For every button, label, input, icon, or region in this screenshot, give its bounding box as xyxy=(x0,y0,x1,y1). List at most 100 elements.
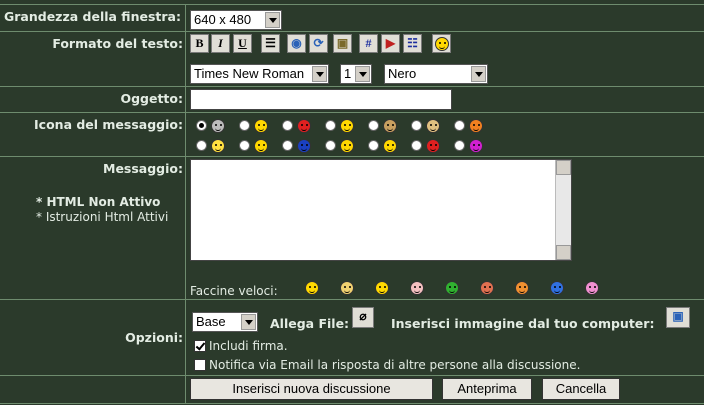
html-help-link[interactable]: * Istruzioni Html Attivi xyxy=(36,210,168,224)
message-icon-radio[interactable] xyxy=(196,120,207,131)
subject-input[interactable] xyxy=(190,89,452,110)
image-icon: ▣ xyxy=(336,36,349,50)
chevron-down-icon xyxy=(265,12,280,28)
link-button[interactable]: ◉ xyxy=(287,34,306,53)
grin-icon xyxy=(340,119,354,133)
message-label: Messaggio: xyxy=(103,161,183,176)
preview-button[interactable]: Anteprima xyxy=(442,378,532,400)
chevron-down-icon xyxy=(312,66,327,82)
message-row: Messaggio: * HTML Non Attivo * Istruzion… xyxy=(0,156,704,300)
chevron-down-icon xyxy=(355,66,370,82)
notify-checkbox[interactable] xyxy=(194,359,206,371)
arrow-right-icon xyxy=(469,119,483,133)
quote-button[interactable]: ▶ xyxy=(381,34,400,53)
mad-icon xyxy=(426,139,440,153)
image-button[interactable]: ▣ xyxy=(333,34,352,53)
attach-file-label: Allega File: xyxy=(270,316,350,331)
shocked-icon[interactable] xyxy=(585,281,599,295)
wink-icon[interactable] xyxy=(515,281,529,295)
underline-button[interactable]: U xyxy=(233,34,252,53)
message-textarea[interactable] xyxy=(190,159,572,261)
smiley-button[interactable] xyxy=(432,34,451,53)
refresh-button[interactable]: ⟳ xyxy=(309,34,328,53)
center-align-icon: ☰ xyxy=(265,36,276,50)
grin-icon[interactable] xyxy=(340,281,354,295)
cancel-button[interactable]: Cancella xyxy=(542,378,620,400)
smiley-icon xyxy=(435,37,449,51)
message-icon-radio[interactable] xyxy=(239,140,250,151)
warning-icon xyxy=(254,139,268,153)
message-icon-row: Icona del messaggio: xyxy=(0,112,704,157)
font-select[interactable]: Times New Roman xyxy=(190,64,329,84)
scroll-down-icon[interactable] xyxy=(556,245,571,260)
angry-icon[interactable] xyxy=(480,281,494,295)
attach-file-button[interactable]: ⌀ xyxy=(352,307,374,328)
message-icon-radio[interactable] xyxy=(325,120,336,131)
html-off-note: * HTML Non Attivo xyxy=(36,195,161,209)
sad-icon[interactable] xyxy=(550,281,564,295)
size-select[interactable]: 1 xyxy=(340,64,372,84)
paperclip-icon: ⌀ xyxy=(359,309,367,323)
subject-row: Oggetto: xyxy=(0,86,704,113)
window-size-select[interactable]: 640 x 480 xyxy=(190,10,282,30)
angry-icon xyxy=(297,119,311,133)
chevron-down-icon xyxy=(241,314,256,330)
message-icon-radio[interactable] xyxy=(368,120,379,131)
quote-icon: ▶ xyxy=(385,36,396,50)
subject-label: Oggetto: xyxy=(0,87,186,113)
note-icon xyxy=(211,119,225,133)
format-row: Formato del testo: B I U ☰ ◉ ⟳ ▣ # ▶ ☷ T… xyxy=(0,31,704,87)
chevron-down-icon xyxy=(471,66,486,82)
scroll-up-icon[interactable] xyxy=(556,160,571,175)
window-size-row: Grandezza della finestra: 640 x 480 xyxy=(0,4,704,32)
message-icon-grid xyxy=(186,113,704,157)
message-icon-radio[interactable] xyxy=(454,140,465,151)
link-icon: ◉ xyxy=(291,36,302,50)
message-icon-radio[interactable] xyxy=(196,140,207,151)
message-icon-label: Icona del messaggio: xyxy=(0,113,186,157)
message-scrollbar[interactable] xyxy=(555,160,571,260)
cool-icon xyxy=(340,139,354,153)
message-icon-radio[interactable] xyxy=(282,120,293,131)
options-row: Opzioni: Base Allega File: ⌀ Inserisci i… xyxy=(0,299,704,376)
hash-button[interactable]: # xyxy=(359,34,378,53)
bold-button[interactable]: B xyxy=(190,34,209,53)
insert-image-label: Inserisci immagine dal tuo computer: xyxy=(391,316,655,331)
window-size-label: Grandezza della finestra: xyxy=(0,5,186,32)
blush-icon[interactable] xyxy=(410,281,424,295)
options-label: Opzioni: xyxy=(0,300,186,376)
smile-icon[interactable] xyxy=(305,281,319,295)
include-signature-checkbox[interactable] xyxy=(194,340,206,352)
notify-label: Notifica via Email la risposta di altre … xyxy=(209,358,581,372)
insert-image-button[interactable]: ▣ xyxy=(666,307,690,328)
center-align-button[interactable]: ☰ xyxy=(261,34,280,53)
cool-icon[interactable] xyxy=(375,281,389,295)
thumbs-down-icon xyxy=(383,119,397,133)
message-icon-radio[interactable] xyxy=(368,140,379,151)
devil-icon xyxy=(469,139,483,153)
submit-button[interactable]: Inserisci nuova discussione xyxy=(190,378,433,400)
message-icon-radio[interactable] xyxy=(411,120,422,131)
refresh-icon: ⟳ xyxy=(313,36,324,50)
message-icon-radio[interactable] xyxy=(454,120,465,131)
message-label-cell: Messaggio: * HTML Non Attivo * Istruzion… xyxy=(0,157,186,300)
sick-icon[interactable] xyxy=(445,281,459,295)
happy-icon xyxy=(383,139,397,153)
color-select[interactable]: Nero xyxy=(384,64,488,84)
message-icon-radio[interactable] xyxy=(411,140,422,151)
image-icon: ▣ xyxy=(672,309,684,323)
buttons-row: Inserisci nuova discussione Anteprima Ca… xyxy=(0,375,704,404)
format-label: Formato del testo: xyxy=(0,32,186,87)
smile-icon xyxy=(254,119,268,133)
new-topic-form: Grandezza della finestra: 640 x 480 Form… xyxy=(0,0,704,405)
message-icon-radio[interactable] xyxy=(325,140,336,151)
include-signature-label: Includi firma. xyxy=(209,339,288,353)
message-icon-radio[interactable] xyxy=(239,120,250,131)
italic-button[interactable]: I xyxy=(211,34,230,53)
thumbs-up-icon xyxy=(426,119,440,133)
question-icon xyxy=(297,139,311,153)
mode-select[interactable]: Base xyxy=(192,312,258,332)
list-icon: ☷ xyxy=(407,36,418,50)
message-icon-radio[interactable] xyxy=(282,140,293,151)
list-button[interactable]: ☷ xyxy=(403,34,422,53)
